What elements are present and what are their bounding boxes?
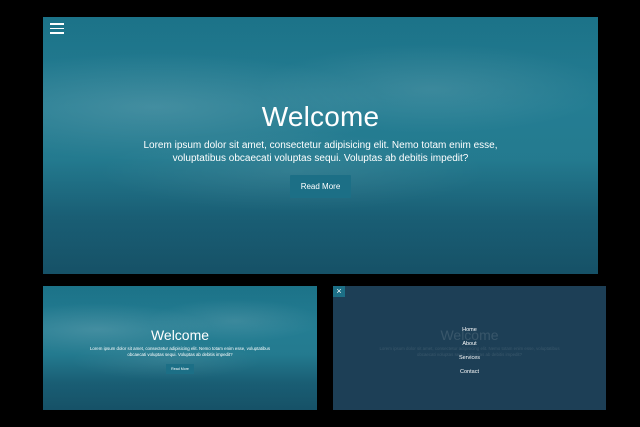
hero-content-small: Welcome Lorem ipsum dolor sit amet, cons…	[43, 327, 317, 375]
close-icon[interactable]: ×	[333, 286, 345, 297]
hero-preview-large: Welcome Lorem ipsum dolor sit amet, cons…	[43, 17, 598, 274]
read-more-button-small[interactable]: Read More	[166, 364, 194, 375]
hero-title-small: Welcome	[150, 327, 210, 343]
nav-item-services[interactable]: Services	[333, 351, 606, 365]
nav-item-contact[interactable]: Contact	[333, 365, 606, 379]
hero-content: Welcome Lorem ipsum dolor sit amet, cons…	[43, 101, 598, 198]
hero-title: Welcome	[261, 101, 380, 132]
hero-preview-small: Welcome Lorem ipsum dolor sit amet, cons…	[43, 286, 317, 410]
hero-text-small: Lorem ipsum dolor sit amet, consectetur …	[89, 346, 271, 357]
hero-text: Lorem ipsum dolor sit amet, consectetur …	[143, 140, 498, 164]
nav-item-about[interactable]: About	[333, 337, 606, 351]
hamburger-icon[interactable]	[50, 23, 64, 34]
read-more-button[interactable]: Read More	[289, 175, 352, 198]
nav-item-home[interactable]: Home	[333, 323, 606, 337]
menu-overlay-preview: Welcome Lorem ipsum dolor sit amet, cons…	[333, 286, 606, 410]
nav-menu: Home About Services Contact	[333, 323, 606, 379]
